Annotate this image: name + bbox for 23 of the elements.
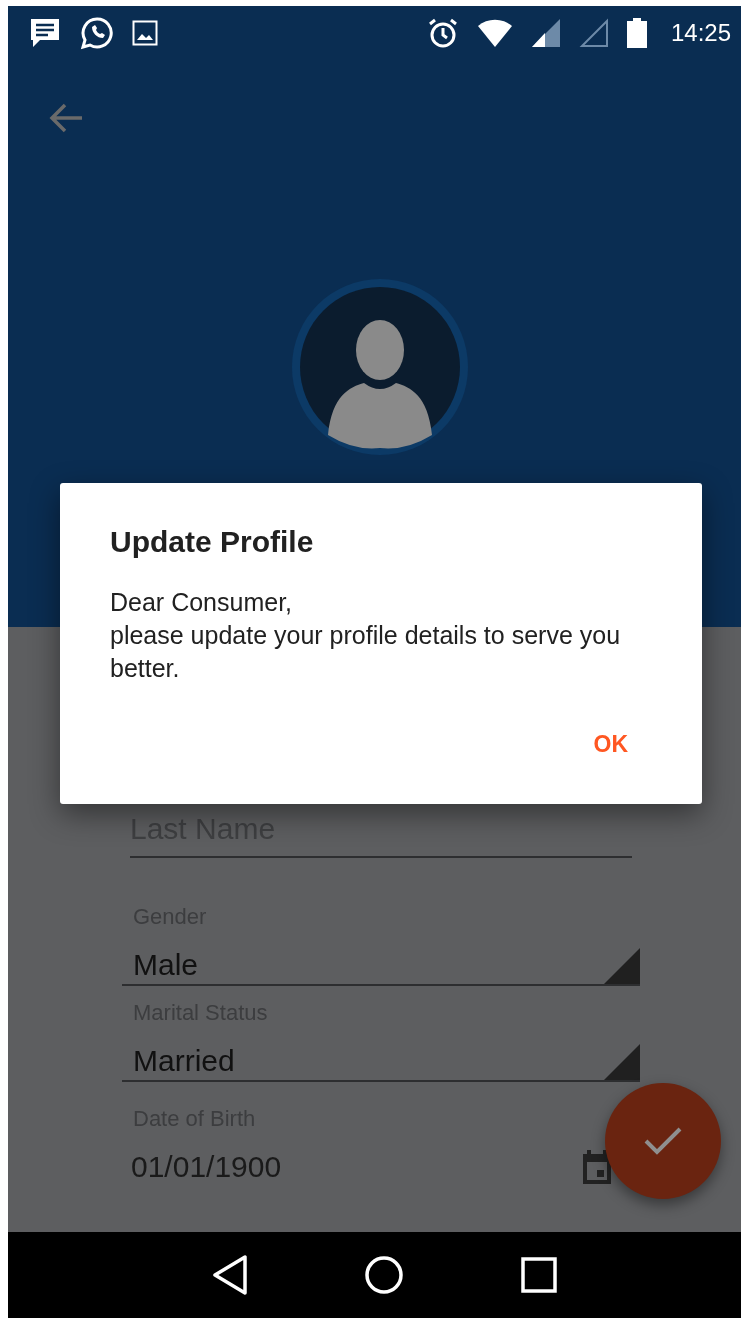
dropdown-icon [604, 948, 640, 984]
dialog-message: Dear Consumer, please update your profile details to serve you better. [110, 587, 622, 684]
avatar-icon [290, 277, 470, 457]
date-value[interactable]: 01/01/1900 [131, 1150, 282, 1184]
dialog-title: Update Profile [110, 525, 315, 559]
recents-icon[interactable] [520, 1257, 557, 1293]
signal-icon [578, 18, 609, 48]
check-icon [643, 1126, 683, 1156]
message-icon [28, 16, 62, 50]
back-icon[interactable] [212, 1255, 249, 1295]
ok-button[interactable]: OK [589, 725, 632, 764]
home-icon[interactable] [364, 1255, 405, 1295]
calendar-icon[interactable] [581, 1150, 613, 1184]
dropdown[interactable]: Married [122, 1030, 640, 1082]
chat-icon [80, 16, 114, 50]
alarm-icon [426, 17, 459, 49]
dropdown[interactable]: Male [122, 934, 640, 986]
image-icon [132, 20, 158, 46]
wifi-icon [476, 18, 513, 48]
clock-time: 14:25 [670, 19, 731, 47]
signal-icon [530, 18, 561, 48]
battery-icon [626, 18, 647, 48]
dropdown-icon [604, 1044, 640, 1080]
